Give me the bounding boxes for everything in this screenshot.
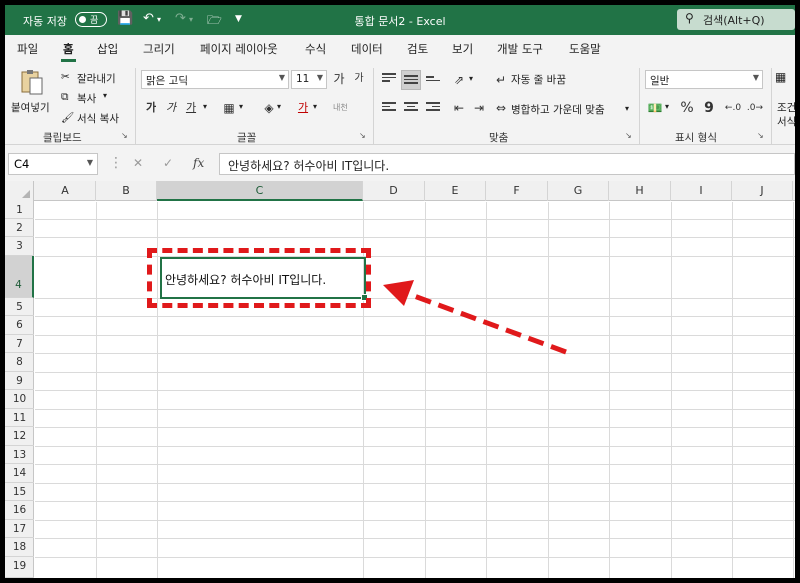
annotation-arrow-icon bbox=[383, 280, 567, 355]
